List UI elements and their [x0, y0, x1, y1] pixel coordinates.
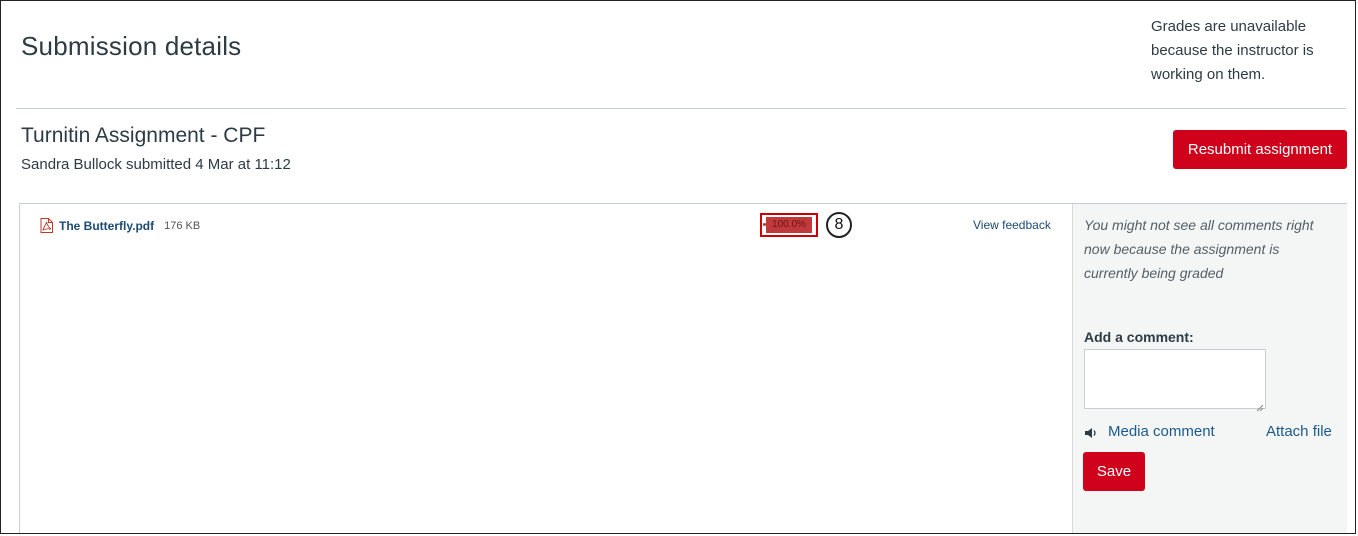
submission-info: Sandra Bullock submitted 4 Mar at 11:12	[21, 156, 291, 173]
media-comment-row: Media comment	[1084, 423, 1215, 440]
speaker-icon	[1084, 426, 1098, 438]
page-title: Submission details	[21, 31, 242, 61]
save-comment-button[interactable]: Save	[1083, 452, 1145, 491]
submitted-file-link[interactable]: The Butterfly.pdf	[59, 219, 154, 233]
resize-grip-icon[interactable]	[1256, 399, 1264, 412]
comments-sidebar: You might not see all comments right now…	[1072, 204, 1347, 533]
add-comment-label: Add a comment:	[1084, 329, 1194, 345]
file-size: 176 KB	[164, 219, 201, 232]
file-row: The Butterfly.pdf 176 KB	[40, 218, 200, 233]
view-feedback-link[interactable]: View feedback	[973, 218, 1051, 232]
similarity-score-highlight[interactable]: 100.0%	[760, 213, 818, 237]
similarity-score: 100.0%	[766, 217, 812, 233]
header-divider	[16, 108, 1346, 109]
submission-details-page: Submission details Grades are unavailabl…	[0, 0, 1356, 534]
media-comment-link[interactable]: Media comment	[1108, 423, 1215, 440]
callout-badge: 8	[826, 212, 852, 238]
resubmit-assignment-button[interactable]: Resubmit assignment	[1173, 130, 1347, 169]
grades-unavailable-note: Grades are unavailable because the instr…	[1151, 18, 1314, 83]
comment-textarea[interactable]	[1084, 349, 1266, 409]
pdf-file-icon	[40, 218, 53, 233]
comments-grading-note: You might not see all comments right now…	[1084, 217, 1314, 281]
assignment-title: Turnitin Assignment - CPF	[21, 124, 266, 147]
attach-file-link[interactable]: Attach file	[1266, 423, 1332, 440]
submission-panel: The Butterfly.pdf 176 KB 100.0% 8 View f…	[19, 203, 1347, 533]
